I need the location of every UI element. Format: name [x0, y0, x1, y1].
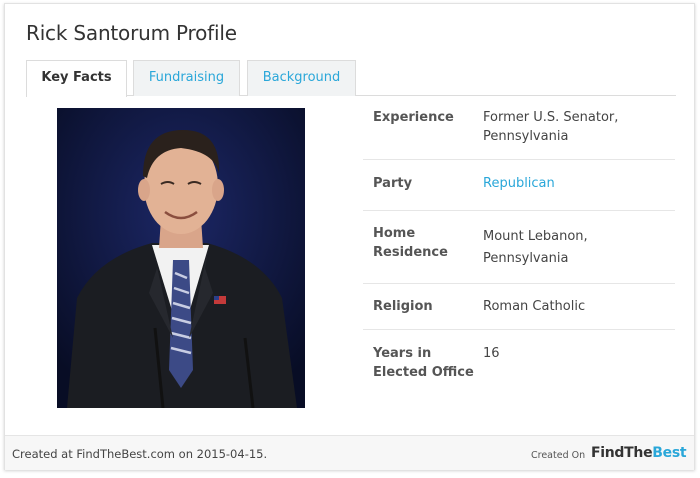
fact-label: Party — [373, 176, 413, 191]
tab-fundraising[interactable]: Fundraising — [133, 60, 240, 96]
created-at-text: Created at FindTheBest.com on 2015-04-15… — [12, 447, 268, 461]
tab-background[interactable]: Background — [247, 60, 356, 96]
profile-card: Rick Santorum Profile Key Facts Fundrais… — [4, 3, 695, 470]
fact-label: Home Residence — [373, 226, 448, 260]
brand-best: Best — [652, 445, 687, 461]
fact-row-home-residence: Home Residence Mount Lebanon, Pennsylvan… — [363, 211, 675, 284]
page-title: Rick Santorum Profile — [26, 21, 237, 45]
fact-value: Mount Lebanon, Pennsylvania — [483, 229, 588, 266]
key-facts-table: Experience Former U.S. Senator, Pennsylv… — [363, 95, 675, 390]
profile-photo — [57, 108, 305, 408]
fact-value: Former U.S. Senator, Pennsylvania — [483, 110, 619, 144]
findthebest-logo[interactable]: FindTheBest — [591, 445, 687, 461]
fact-row-experience: Experience Former U.S. Senator, Pennsylv… — [363, 95, 675, 160]
created-on-label: Created On — [531, 450, 586, 461]
fact-value: Roman Catholic — [483, 299, 586, 314]
tab-key-facts[interactable]: Key Facts — [26, 60, 127, 97]
fact-row-years-in-office: Years in Elected Office 16 — [363, 330, 675, 390]
fact-label: Religion — [373, 299, 433, 314]
portrait-image — [57, 108, 305, 408]
fact-row-party: Party Republican — [363, 160, 675, 211]
tab-bar: Key Facts Fundraising Background — [26, 60, 676, 97]
fact-label: Experience — [373, 110, 454, 125]
fact-value: 16 — [483, 346, 500, 361]
footer: Created at FindTheBest.com on 2015-04-15… — [5, 435, 694, 470]
party-link[interactable]: Republican — [483, 174, 673, 193]
fact-label: Years in Elected Office — [373, 346, 474, 380]
fact-row-religion: Religion Roman Catholic — [363, 284, 675, 330]
brand-find: FindThe — [591, 445, 653, 461]
